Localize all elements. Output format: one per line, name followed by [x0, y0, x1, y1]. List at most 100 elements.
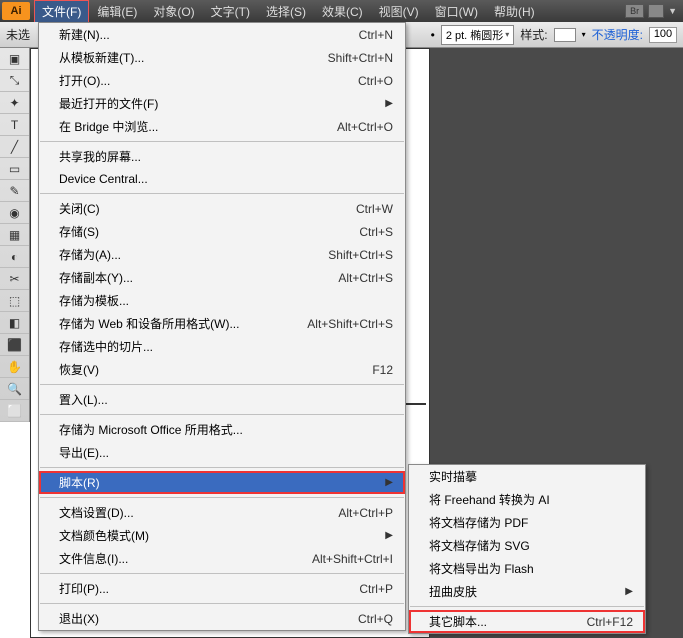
menu-item-label: 新建(N)...: [59, 26, 329, 43]
tool-6[interactable]: ✎: [0, 180, 29, 202]
tool-12[interactable]: ◧: [0, 312, 29, 334]
scripts-submenu-item-7[interactable]: 其它脚本...Ctrl+F12: [409, 610, 645, 633]
selection-status: 未选: [6, 26, 30, 43]
file-menu-item-11[interactable]: 存储为(A)...Shift+Ctrl+S: [39, 243, 405, 266]
tool-16[interactable]: ⬜: [0, 400, 29, 422]
menu-选择[interactable]: 选择(S): [258, 0, 314, 23]
menu-窗口[interactable]: 窗口(W): [427, 0, 486, 23]
file-menu-item-9[interactable]: 关闭(C)Ctrl+W: [39, 197, 405, 220]
menu-item-shortcut: Ctrl+O: [358, 74, 393, 88]
stroke-profile-select[interactable]: 2 pt. 椭圆形▾: [441, 25, 514, 45]
opacity-label[interactable]: 不透明度:: [592, 26, 643, 43]
style-swatch[interactable]: [554, 28, 576, 42]
chevron-down-icon[interactable]: ▾: [582, 30, 586, 39]
chevron-right-icon: ▶: [385, 98, 393, 109]
menu-文字[interactable]: 文字(T): [203, 0, 258, 23]
scripts-submenu-item-4[interactable]: 将文档导出为 Flash: [409, 557, 645, 580]
file-menu-item-18[interactable]: 置入(L)...: [39, 388, 405, 411]
file-menu-item-14[interactable]: 存储为 Web 和设备所用格式(W)...Alt+Shift+Ctrl+S: [39, 312, 405, 335]
file-menu-item-1[interactable]: 从模板新建(T)... Shift+Ctrl+N: [39, 46, 405, 69]
menu-item-shortcut: Ctrl+S: [359, 225, 393, 239]
tool-3[interactable]: T: [0, 114, 29, 136]
chevron-down-icon[interactable]: ▼: [668, 6, 677, 16]
menu-item-label: 打印(P)...: [59, 580, 329, 597]
menu-item-label: 关闭(C): [59, 200, 326, 217]
file-menu-item-31[interactable]: 退出(X)Ctrl+Q: [39, 607, 405, 630]
menu-编辑[interactable]: 编辑(E): [89, 0, 145, 23]
menu-item-shortcut: Alt+Ctrl+S: [338, 271, 393, 285]
tool-10[interactable]: ✂: [0, 268, 29, 290]
menu-item-shortcut: Shift+Ctrl+N: [328, 51, 393, 65]
menu-item-label: 最近打开的文件(F): [59, 95, 365, 112]
menu-item-label: 文档设置(D)...: [59, 504, 308, 521]
menu-item-label: 文档颜色模式(M): [59, 527, 365, 544]
scripts-submenu-item-1[interactable]: 将 Freehand 转换为 AI: [409, 488, 645, 511]
tool-0[interactable]: ▣: [0, 48, 29, 70]
menu-separator: [40, 414, 404, 415]
file-menu-item-20[interactable]: 存储为 Microsoft Office 所用格式...: [39, 418, 405, 441]
menu-item-shortcut: Ctrl+N: [359, 28, 393, 42]
tool-13[interactable]: ⬛: [0, 334, 29, 356]
file-menu-item-26[interactable]: 文档颜色模式(M)▶: [39, 524, 405, 547]
menu-item-label: 将文档存储为 PDF: [429, 514, 633, 531]
file-menu-item-4[interactable]: 在 Bridge 中浏览... Alt+Ctrl+O: [39, 115, 405, 138]
menu-item-label: 文件信息(I)...: [59, 550, 282, 567]
file-menu-item-10[interactable]: 存储(S)Ctrl+S: [39, 220, 405, 243]
menu-item-label: 在 Bridge 中浏览...: [59, 118, 307, 135]
file-menu-item-3[interactable]: 最近打开的文件(F) ▶: [39, 92, 405, 115]
menu-item-label: 从模板新建(T)...: [59, 49, 298, 66]
opacity-input[interactable]: 100: [649, 27, 677, 43]
menu-separator: [40, 497, 404, 498]
menu-item-label: 存储为 Microsoft Office 所用格式...: [59, 421, 393, 438]
menu-item-label: 恢复(V): [59, 361, 342, 378]
tool-7[interactable]: ◉: [0, 202, 29, 224]
file-menu-item-2[interactable]: 打开(O)...Ctrl+O: [39, 69, 405, 92]
tool-5[interactable]: ▭: [0, 158, 29, 180]
file-menu-item-25[interactable]: 文档设置(D)...Alt+Ctrl+P: [39, 501, 405, 524]
scripts-submenu-item-2[interactable]: 将文档存储为 PDF: [409, 511, 645, 534]
file-menu-item-12[interactable]: 存储副本(Y)...Alt+Ctrl+S: [39, 266, 405, 289]
file-menu-item-21[interactable]: 导出(E)...: [39, 441, 405, 464]
menu-item-shortcut: Alt+Shift+Ctrl+I: [312, 552, 393, 566]
file-menu: 新建(N)... Ctrl+N 从模板新建(T)... Shift+Ctrl+N 打开(…: [38, 22, 406, 631]
menu-视图[interactable]: 视图(V): [371, 0, 427, 23]
file-menu-item-0[interactable]: 新建(N)... Ctrl+N: [39, 23, 405, 46]
menu-item-label: 将文档存储为 SVG: [429, 537, 633, 554]
menu-item-label: 扭曲皮肤: [429, 583, 605, 600]
file-menu-item-7[interactable]: Device Central...: [39, 168, 405, 190]
scripts-submenu-item-0[interactable]: 实时描摹: [409, 465, 645, 488]
menu-item-label: 存储为 Web 和设备所用格式(W)...: [59, 315, 277, 332]
file-menu-item-15[interactable]: 存储选中的切片...: [39, 335, 405, 358]
tool-11[interactable]: ⬚: [0, 290, 29, 312]
tool-9[interactable]: ◐: [0, 246, 29, 268]
file-menu-item-13[interactable]: 存储为模板...: [39, 289, 405, 312]
chevron-right-icon: ▶: [625, 586, 633, 597]
tool-8[interactable]: ▦: [0, 224, 29, 246]
file-menu-item-23[interactable]: 脚本(R)▶: [39, 471, 405, 494]
tool-1[interactable]: ⤡: [0, 70, 29, 92]
file-menu-item-27[interactable]: 文件信息(I)... Alt+Shift+Ctrl+I: [39, 547, 405, 570]
menu-帮助[interactable]: 帮助(H): [486, 0, 543, 23]
menu-对象[interactable]: 对象(O): [145, 0, 202, 23]
menu-item-label: 存储为模板...: [59, 292, 393, 309]
scripts-submenu-item-3[interactable]: 将文档存储为 SVG: [409, 534, 645, 557]
tool-14[interactable]: ✋: [0, 356, 29, 378]
layout-icon[interactable]: [648, 4, 664, 18]
file-menu-item-16[interactable]: 恢复(V)F12: [39, 358, 405, 381]
menu-item-label: 将 Freehand 转换为 AI: [429, 491, 633, 508]
file-menu-item-29[interactable]: 打印(P)...Ctrl+P: [39, 577, 405, 600]
style-label: 样式:: [520, 26, 547, 43]
menu-效果[interactable]: 效果(C): [314, 0, 371, 23]
menu-item-shortcut: Ctrl+Q: [358, 612, 393, 626]
scripts-submenu-item-5[interactable]: 扭曲皮肤 ▶: [409, 580, 645, 603]
tool-4[interactable]: ╱: [0, 136, 29, 158]
menu-separator: [40, 141, 404, 142]
file-menu-item-6[interactable]: 共享我的屏幕...: [39, 145, 405, 168]
tool-15[interactable]: 🔍: [0, 378, 29, 400]
menu-item-shortcut: Alt+Ctrl+O: [337, 120, 393, 134]
chevron-right-icon: ▶: [385, 477, 393, 488]
tool-2[interactable]: ✦: [0, 92, 29, 114]
menu-item-shortcut: Ctrl+F12: [587, 615, 633, 629]
menu-文件[interactable]: 文件(F): [34, 0, 89, 23]
bridge-button[interactable]: Br: [625, 4, 644, 18]
